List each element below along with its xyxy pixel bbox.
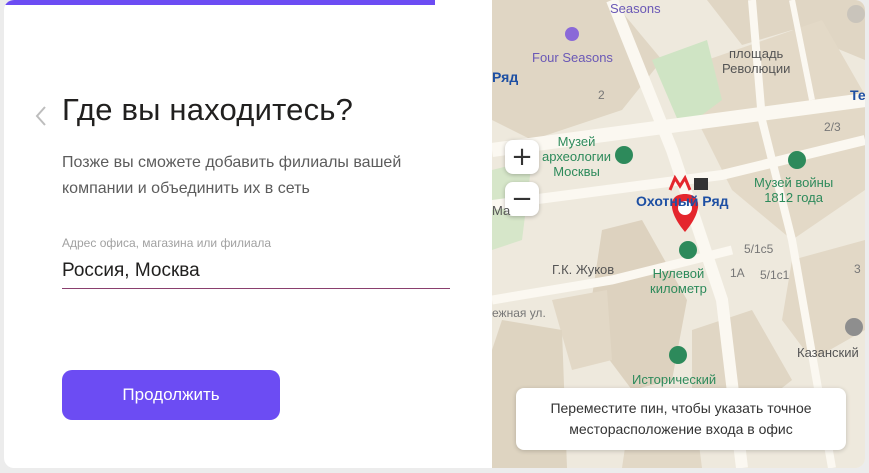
map-label: 2 — [598, 88, 605, 102]
page-subtitle: Позже вы сможете добавить филиалы вашей … — [62, 154, 402, 197]
progress-bar — [4, 0, 435, 5]
location-card: Где вы находитесь? Позже вы сможете доба… — [4, 0, 865, 468]
map-label: площадь Революции — [722, 46, 791, 76]
map-label: Four Seasons — [532, 50, 613, 65]
address-label: Адрес офиса, магазина или филиала — [62, 236, 272, 250]
zoom-in-button[interactable]: + — [505, 140, 539, 174]
map-label: 5/1с5 — [744, 242, 774, 256]
map-label: ежная ул. — [492, 306, 546, 320]
map-hint: Переместите пин, чтобы указать точное ме… — [516, 388, 846, 450]
map-label: Ма — [492, 203, 511, 218]
map-label: 5/1с1 — [760, 268, 790, 282]
address-input[interactable] — [62, 254, 450, 289]
map-label: 1А — [730, 266, 745, 280]
map-view[interactable]: + − Seasons Four Seasons площадь Революц… — [492, 0, 865, 468]
map-label: Seasons — [610, 1, 661, 16]
map-label: Те — [850, 87, 865, 103]
map-label: Казанский — [797, 345, 859, 360]
map-label: Г.К. Жуков — [552, 262, 615, 277]
map-label: Исторический — [632, 372, 717, 387]
map-label: Нулевой километр — [650, 266, 707, 296]
map-label: 2/3 — [824, 120, 841, 134]
map-label: Музей войны 1812 года — [754, 175, 834, 205]
map-label: Охотный Ряд — [636, 193, 729, 209]
map-label: Музей археологии Москвы — [542, 134, 612, 179]
page-title: Где вы находитесь? — [62, 92, 354, 127]
map-label: 3 — [854, 262, 861, 276]
chevron-left-icon — [35, 106, 46, 126]
map-label: Ряд — [492, 69, 519, 85]
back-button[interactable] — [32, 102, 50, 130]
continue-button[interactable]: Продолжить — [62, 370, 280, 420]
